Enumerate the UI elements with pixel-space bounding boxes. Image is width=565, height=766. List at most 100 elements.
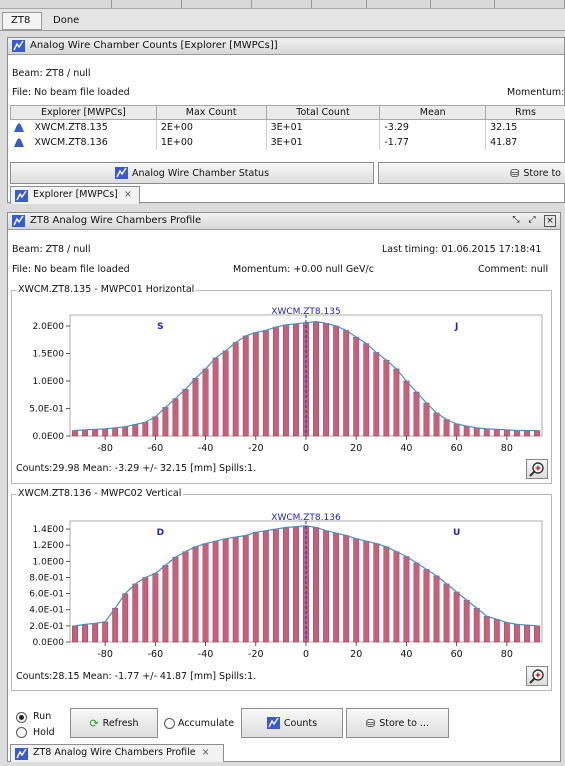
x-tick-label: -20	[248, 443, 264, 454]
bar	[293, 323, 299, 437]
x-tick-label: -80	[97, 649, 113, 660]
bar	[493, 429, 500, 437]
row-rms: 41.87	[485, 134, 565, 150]
minimize-icon[interactable]: ⤡	[510, 215, 522, 227]
bar	[383, 546, 390, 643]
bar	[524, 430, 530, 437]
y-tick-label: 4.0E-01	[29, 606, 64, 616]
chart-icon	[266, 717, 280, 729]
profile-chart-vertical[interactable]: 0.0E00 2.0E-01 4.0E-01 6.0E-01 8.0E-01 1.0E00…	[12, 501, 552, 664]
bar	[323, 530, 329, 643]
zoom-button[interactable]	[526, 666, 548, 686]
last-timing-label: Last timing: 01.06.2015 17:18:41	[382, 244, 542, 255]
bar	[503, 429, 510, 437]
store-to-button[interactable]: ⛁ Store to	[378, 162, 565, 184]
x-tick-label: 20	[350, 443, 362, 454]
chart-group-vertical: XWCM.ZT8.136 - MWPC02 Vertical 0.0E00 2.0…	[11, 488, 552, 691]
bar	[262, 530, 269, 643]
y-tick-label: 1.4E00	[33, 525, 65, 535]
right-marker-label: U	[453, 528, 460, 538]
bar	[242, 335, 249, 437]
maximize-icon[interactable]: ⤢	[526, 215, 538, 227]
top-tab-bar: ZT8 Done	[0, 9, 565, 31]
bar	[242, 535, 249, 643]
bar	[232, 536, 239, 643]
y-tick-label: 2.0E00	[33, 322, 65, 332]
close-icon[interactable]: ×	[202, 747, 210, 758]
profile-panel-titlebar[interactable]: ZT8 Analog Wire Chambers Profile ⤡ ⤢ ×	[8, 213, 560, 230]
close-icon[interactable]: ×	[124, 189, 132, 200]
x-tick-label: -60	[148, 443, 164, 454]
bar	[222, 538, 229, 643]
hold-radio[interactable]	[16, 727, 27, 738]
y-tick-label: 0.0E00	[33, 638, 65, 648]
bar	[142, 577, 149, 643]
accumulate-radio[interactable]	[164, 718, 175, 729]
y-tick-label: 8.0E-01	[29, 573, 64, 583]
x-tick-label: 40	[400, 443, 412, 454]
bar	[433, 575, 440, 643]
bar	[272, 326, 279, 437]
profile-chart-horizontal[interactable]: 0.0E00 5.0E-01 1.0E00 1.5E00 2.0E00 -80 -60 -40…	[12, 297, 552, 457]
chart-group-title: XWCM.ZT8.135 - MWPC01 Horizontal	[16, 284, 197, 295]
zoom-button[interactable]	[526, 459, 548, 479]
tab-explorer-label: Explorer [MWPCs]	[33, 189, 118, 200]
y-tick-label: 1.2E00	[33, 541, 65, 551]
col-rms[interactable]: Rms	[485, 105, 565, 120]
run-label: Run	[33, 711, 52, 722]
x-tick-label: -40	[198, 649, 214, 660]
profile-momentum-label: Momentum: +0.00 null GeV/c	[233, 264, 374, 275]
table-row[interactable]: XWCM.ZT8.135 2E+00 3E+01 -3.29 32.15	[10, 119, 565, 135]
row-total: 3E+01	[266, 119, 381, 135]
store-to-button[interactable]: ⛁ Store to ...	[346, 708, 449, 738]
bar	[353, 336, 360, 437]
col-mean[interactable]: Mean	[379, 105, 487, 120]
bar	[333, 532, 340, 643]
counts-panel: Analog Wire Chamber Counts [Explorer [MW…	[7, 37, 565, 204]
col-max-count[interactable]: Max Count	[155, 105, 267, 120]
table-row[interactable]: XWCM.ZT8.136 1E+00 3E+01 -1.77 41.87	[10, 134, 565, 150]
col-explorer[interactable]: Explorer [MWPCs]	[10, 105, 157, 120]
bar	[162, 565, 169, 643]
counts-panel-titlebar[interactable]: Analog Wire Chamber Counts [Explorer [MW…	[8, 38, 564, 55]
x-tick-label: 60	[451, 649, 463, 660]
profile-panel: ZT8 Analog Wire Chambers Profile ⤡ ⤢ × B…	[7, 212, 561, 762]
bar	[463, 425, 470, 437]
bar	[202, 368, 209, 437]
bar	[463, 599, 470, 643]
wire-chamber-status-button[interactable]: Analog Wire Chamber Status	[10, 162, 374, 184]
bar	[122, 593, 129, 643]
tab-profile-label: ZT8 Analog Wire Chambers Profile	[33, 747, 196, 758]
tab-explorer-mwpcs[interactable]: Explorer [MWPCs] ×	[10, 186, 140, 204]
bar	[102, 621, 109, 643]
close-icon[interactable]: ×	[544, 215, 556, 227]
bar	[363, 343, 370, 437]
bar	[493, 619, 500, 643]
counts-beam-label: Beam: ZT8 / null	[12, 68, 91, 79]
left-marker-label: S	[157, 322, 163, 332]
chart-group-horizontal: XWCM.ZT8.135 - MWPC01 Horizontal 0.0E00 5…	[11, 284, 552, 484]
bar	[162, 407, 169, 437]
col-total-count[interactable]: Total Count	[265, 105, 381, 120]
left-marker-label: D	[157, 528, 164, 538]
tab-done[interactable]: Done	[44, 12, 104, 30]
tab-profile[interactable]: ZT8 Analog Wire Chambers Profile ×	[10, 744, 224, 762]
bar	[443, 419, 450, 437]
magnifier-icon	[529, 462, 544, 477]
bar	[72, 625, 78, 643]
tab-zt8[interactable]: ZT8	[2, 12, 42, 30]
x-tick-label: 0	[303, 443, 309, 454]
bar	[232, 342, 239, 437]
bar	[182, 551, 189, 643]
run-radio[interactable]	[16, 712, 27, 723]
bar	[92, 623, 99, 643]
bar	[132, 583, 139, 643]
y-tick-label: 0.0E00	[33, 432, 65, 442]
profile-panel-title: ZT8 Analog Wire Chambers Profile	[30, 215, 202, 226]
refresh-button[interactable]: ⟳ Refresh	[70, 708, 158, 738]
counts-button[interactable]: Counts	[241, 708, 343, 738]
y-tick-label: 1.0E00	[33, 377, 65, 387]
bar	[92, 429, 99, 437]
refresh-label: Refresh	[102, 717, 139, 729]
x-tick-label: -20	[248, 649, 264, 660]
